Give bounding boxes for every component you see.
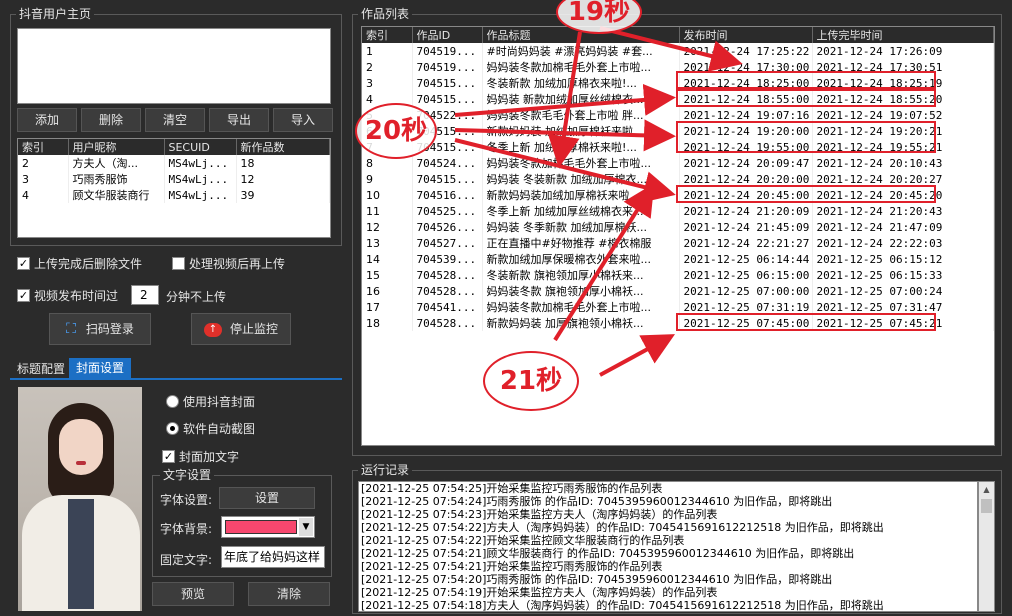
arrow-20s-a xyxy=(454,83,676,117)
scroll-thumb[interactable] xyxy=(981,499,992,513)
annotation-21s: 21秒 xyxy=(483,351,579,411)
arrow-20s-b xyxy=(454,119,676,152)
scroll-up-icon[interactable]: ▲ xyxy=(979,482,994,497)
log-line: [2021-12-25 07:54:25]开始采集监控巧雨秀服饰的作品列表 xyxy=(361,482,663,495)
annotation-20s: 20秒 xyxy=(355,103,437,159)
log-line: [2021-12-25 07:54:22]方夫人（淘序妈妈装）的作品ID: 70… xyxy=(361,521,884,534)
arrow-21s-b xyxy=(599,334,676,377)
log-line: [2021-12-25 07:54:18]方夫人（淘序妈妈装）的作品ID: 70… xyxy=(361,599,884,612)
log-line: [2021-12-25 07:54:22]开始采集监控顾文华服装商行的作品列表 xyxy=(361,534,685,547)
log-line: [2021-12-25 07:54:21]开始采集监控巧雨秀服饰的作品列表 xyxy=(361,560,663,573)
log-line: [2021-12-25 07:54:23]开始采集监控方夫人（淘序妈妈装）的作品… xyxy=(361,508,718,521)
log-line: [2021-12-25 07:54:19]开始采集监控方夫人（淘序妈妈装）的作品… xyxy=(361,586,718,599)
log-title: 运行记录 xyxy=(358,463,413,477)
log-scrollbar[interactable]: ▲ xyxy=(978,481,995,612)
arrow-19s-b xyxy=(547,31,582,168)
arrow-19s-a xyxy=(599,26,743,72)
log-line: [2021-12-25 07:54:20]巧雨秀服饰 的作品ID: 704539… xyxy=(361,573,833,586)
log-line: [2021-12-25 07:54:21]顾文华服装商行 的作品ID: 7045… xyxy=(361,547,855,560)
arrow-21s-a xyxy=(553,183,655,342)
log-list[interactable]: [2021-12-25 07:54:25]开始采集监控巧雨秀服饰的作品列表 [2… xyxy=(358,481,978,612)
log-line: [2021-12-25 07:54:24]巧雨秀服饰 的作品ID: 704539… xyxy=(361,495,833,508)
